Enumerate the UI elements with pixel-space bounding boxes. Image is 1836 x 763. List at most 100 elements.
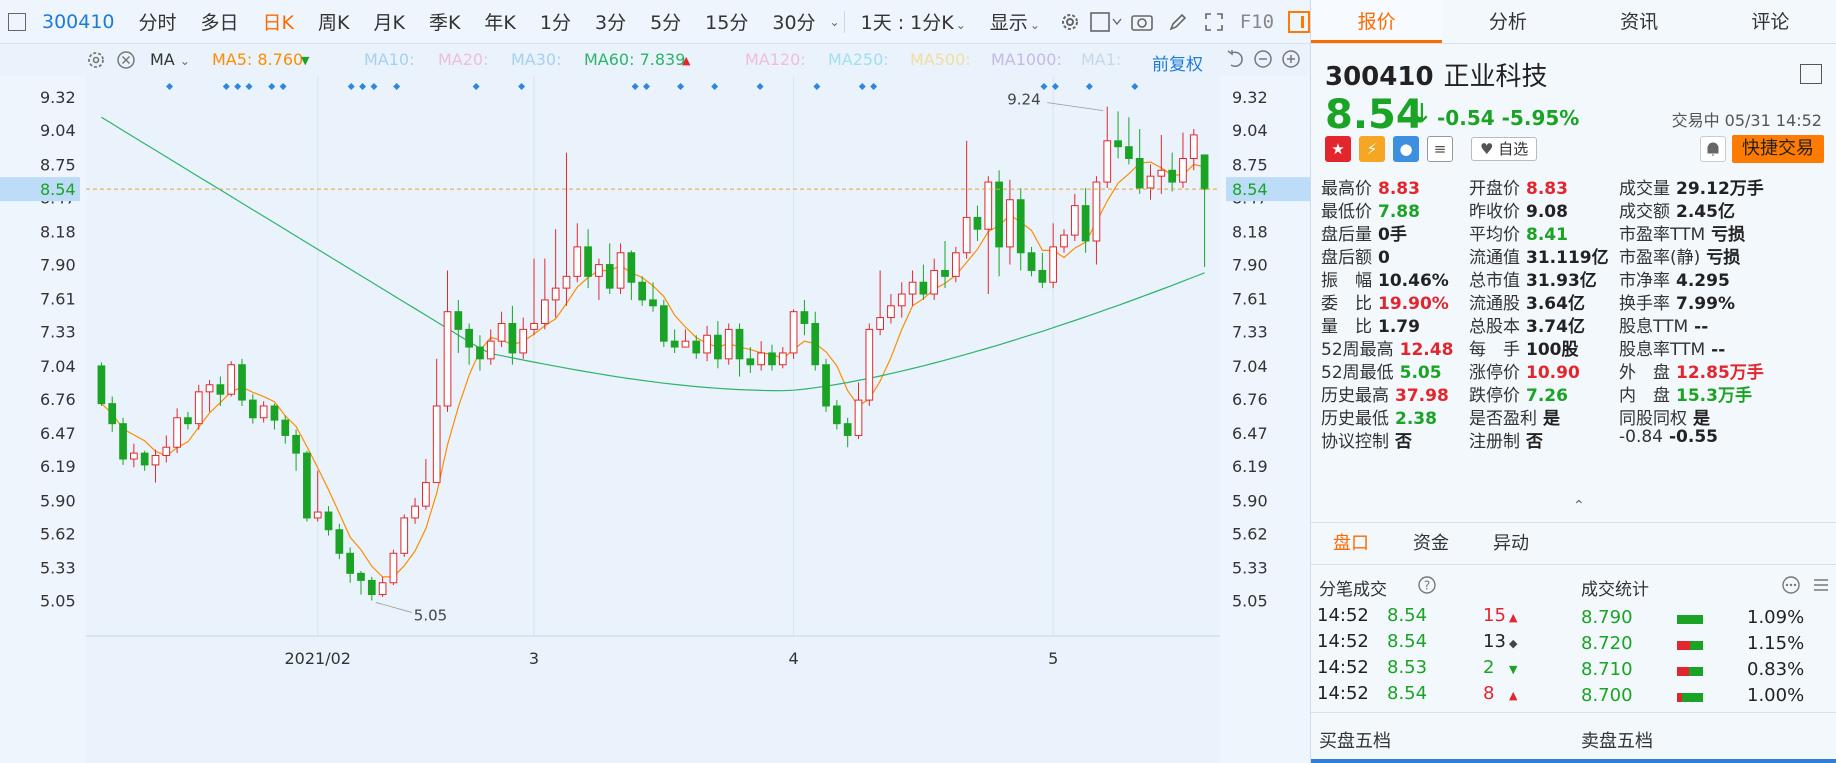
period-tab-3min[interactable]: 3分 [583, 8, 638, 35]
candle-body [876, 317, 884, 330]
candle-body [270, 405, 279, 421]
sub-tabs: 盘口 资金 异动 [1311, 522, 1836, 564]
tab-quote[interactable]: 报价 [1311, 0, 1443, 43]
buy-book-label[interactable]: 买盘五档 [1319, 727, 1391, 753]
quote-label: 盘后量 [1321, 225, 1372, 245]
candle-body [140, 452, 149, 466]
stock-code-label: 300410 [41, 10, 115, 33]
sidebar-toggle-icon[interactable] [8, 12, 26, 31]
candle-body [951, 252, 960, 277]
tick-price: 8.54 [1387, 631, 1428, 652]
tab-analysis[interactable]: 分析 [1442, 0, 1573, 43]
candle-body [1146, 175, 1155, 189]
zoom-in-icon[interactable] [1280, 48, 1302, 74]
candle-body [227, 364, 236, 395]
kline-chart[interactable]: 9.329.329.049.048.758.758.478.478.188.18… [0, 76, 1310, 763]
quote-cell: 昨收价 9.08 [1469, 197, 1568, 222]
quote-label: 市盈率TTM [1619, 225, 1706, 245]
adjust-price-button[interactable]: 前复权 [1152, 50, 1203, 75]
help-icon[interactable]: ? [1417, 575, 1437, 600]
period-more-chevron-icon[interactable]: ⌄ [830, 15, 840, 29]
quick-trade-button[interactable]: 快捷交易 [1732, 135, 1824, 163]
period-tab-5min[interactable]: 5分 [638, 8, 693, 35]
stock-name: 正业科技 [1443, 62, 1548, 92]
quote-cell: 总市值 31.93亿 [1469, 266, 1597, 291]
candle-body [789, 311, 798, 354]
undo-icon[interactable] [1226, 48, 1246, 74]
range-selector[interactable]: 1天 : 1分K ⌄ [849, 8, 978, 35]
y-tick-label-right: 8.18 [1232, 223, 1268, 242]
tick-time: 14:52 [1317, 605, 1369, 626]
f10-button[interactable]: F10 [1232, 11, 1282, 33]
period-tab-quarterly[interactable]: 季K [417, 8, 472, 35]
pencil-icon[interactable] [1160, 0, 1196, 44]
tag-icon[interactable]: ● [1393, 136, 1419, 162]
close-icon[interactable] [116, 50, 136, 74]
quote-cell: 市盈率(静) 亏损 [1619, 243, 1740, 268]
quote-value: 10.90 [1526, 363, 1580, 383]
indicator-type-select[interactable]: MA ⌄ [150, 50, 190, 69]
sell-book-label[interactable]: 卖盘五档 [1581, 727, 1653, 753]
candle-body [778, 352, 787, 366]
quote-label: 换手率 [1619, 294, 1670, 314]
fullscreen-icon[interactable] [1196, 0, 1232, 44]
period-tab-yearly[interactable]: 年K [472, 8, 527, 35]
gear-icon[interactable] [1052, 0, 1088, 44]
stats-percent: 1.00% [1747, 685, 1805, 706]
notes-icon[interactable]: ≡ [1427, 136, 1453, 162]
ma250-label: MA250: [828, 50, 889, 69]
indicator-settings-gear-icon[interactable] [86, 50, 106, 74]
period-tab-30min[interactable]: 30分 [760, 8, 827, 35]
more-options-icon[interactable] [1781, 575, 1801, 600]
period-tab-15min[interactable]: 15分 [693, 8, 760, 35]
kline-chart-svg[interactable]: 9.329.329.049.048.758.758.478.478.188.18… [0, 76, 1310, 763]
tab-comments[interactable]: 评论 [1705, 0, 1836, 43]
add-favorite-button[interactable]: ♥ 自选 [1471, 137, 1538, 161]
list-menu-icon[interactable] [1811, 575, 1831, 600]
candle-body [1157, 169, 1166, 177]
period-tab-intraday[interactable]: 分时 [127, 8, 189, 35]
y-tick-label-left: 7.33 [40, 323, 76, 342]
tab-orderbook[interactable]: 盘口 [1311, 523, 1391, 564]
stats-row: 8.720 1.15% [1581, 633, 1831, 659]
ma10-label: MA10: [364, 50, 415, 69]
tab-alerts[interactable]: 异动 [1471, 523, 1551, 564]
layout-square-icon[interactable] [1088, 0, 1124, 44]
display-menu[interactable]: 显示 ⌄ [978, 8, 1052, 35]
side-panel-toggle-icon[interactable] [1288, 10, 1311, 33]
period-tab-1min[interactable]: 1分 [528, 8, 583, 35]
y-tick-label-right: 5.33 [1232, 558, 1268, 577]
quote-cell: 外 盘 12.85万手 [1619, 358, 1764, 383]
period-tab-monthly[interactable]: 月K [361, 8, 416, 35]
stats-sell-bar [1682, 693, 1703, 702]
favorite-label: 自选 [1498, 140, 1529, 158]
candle-body [670, 340, 679, 348]
period-tab-multiday[interactable]: 多日 [189, 8, 251, 35]
panel-layout-icon[interactable] [1800, 64, 1822, 84]
ma5-value: MA5: 8.760 [212, 50, 304, 69]
panel-tabs: 报价 分析 资讯 评论 [1311, 0, 1836, 44]
y-tick-label-right: 7.33 [1232, 323, 1268, 342]
candle-body [1081, 205, 1090, 242]
collapse-chevron-up-icon[interactable]: ⌃ [1573, 498, 1585, 514]
candle-body [411, 505, 419, 519]
period-tab-weekly[interactable]: 周K [306, 8, 361, 35]
candle-body [173, 417, 181, 448]
quote-value: 12.85万手 [1676, 363, 1764, 383]
chart-toolbar: 300410 分时 多日 日K 周K 月K 季K 年K 1分 3分 5分 15分… [0, 0, 1311, 44]
period-tab-daily[interactable]: 日K [251, 8, 306, 35]
candle-body [811, 322, 820, 366]
tab-news[interactable]: 资讯 [1574, 0, 1705, 43]
ma120-label: MA120: [745, 50, 806, 69]
zoom-out-icon[interactable] [1252, 48, 1274, 74]
candle-body [1114, 140, 1122, 148]
lightning-icon[interactable]: ⚡ [1359, 136, 1385, 162]
camera-icon[interactable] [1124, 0, 1160, 44]
candle-body [205, 384, 214, 393]
quote-cell: 跌停价 7.26 [1469, 381, 1568, 406]
candle-body [292, 434, 300, 454]
bell-icon[interactable] [1700, 136, 1726, 162]
ticks-title: 分笔成交 [1319, 580, 1387, 600]
tab-capital[interactable]: 资金 [1391, 523, 1471, 564]
chevron-down-icon: ⌄ [955, 18, 966, 32]
